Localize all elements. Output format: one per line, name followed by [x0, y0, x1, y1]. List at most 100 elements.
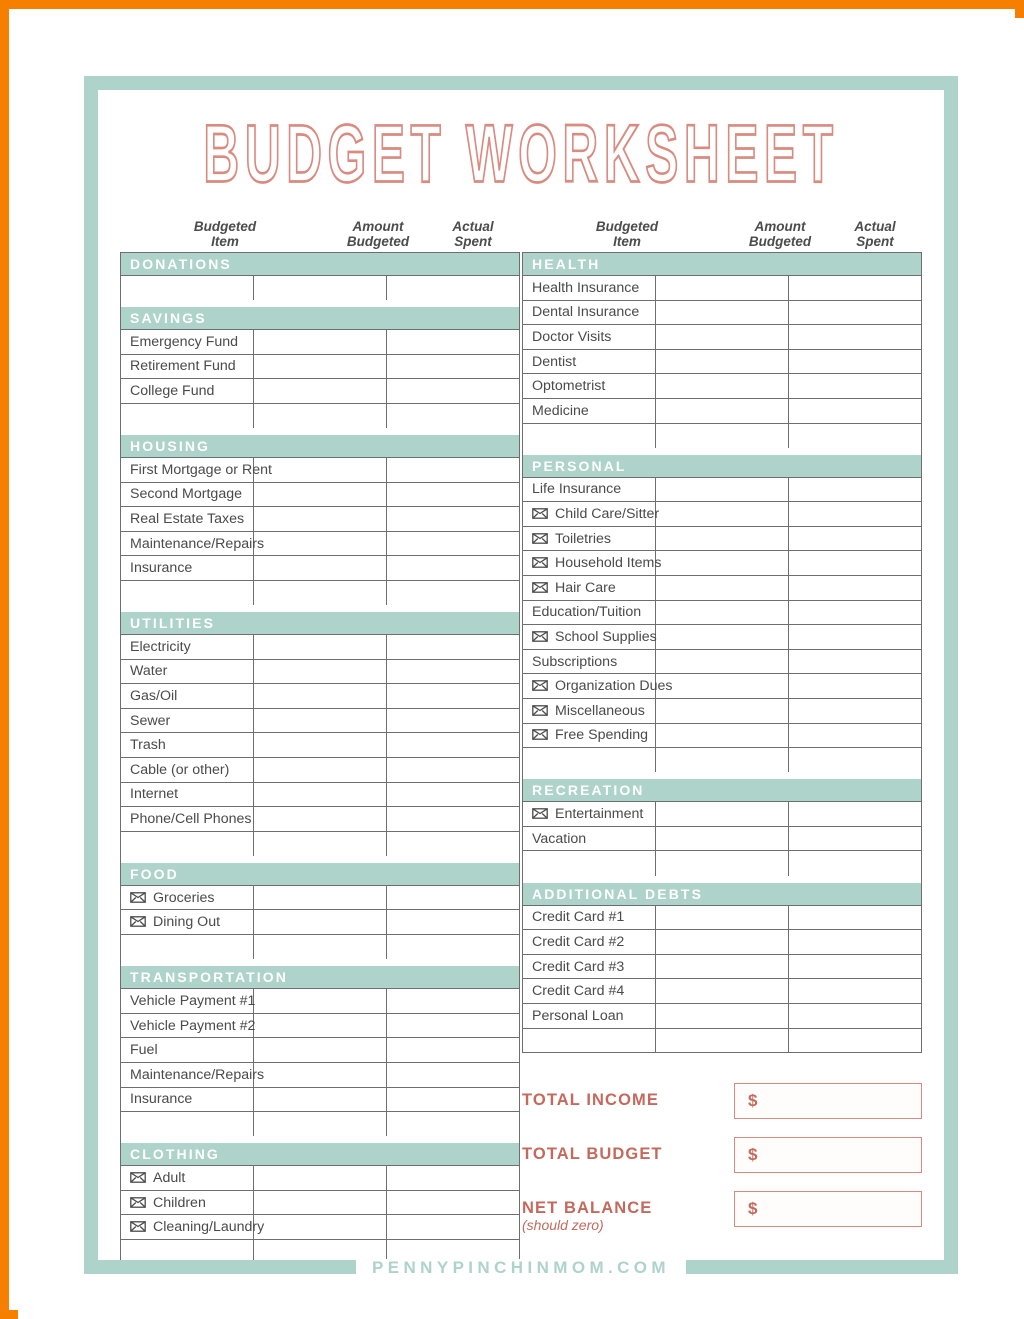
actual-spent-input[interactable]: [788, 673, 922, 699]
actual-spent-input[interactable]: [788, 397, 922, 424]
amount-budgeted-input[interactable]: [253, 806, 387, 832]
amount-budgeted-input[interactable]: [253, 707, 387, 733]
amount-budgeted-input[interactable]: [253, 934, 387, 960]
amount-budgeted-input[interactable]: [253, 1111, 387, 1137]
budget-item-blank-input[interactable]: [120, 1111, 254, 1137]
amount-budgeted-input[interactable]: [655, 624, 789, 650]
actual-spent-input[interactable]: [386, 579, 520, 606]
amount-budgeted-input[interactable]: [253, 1012, 387, 1038]
amount-budgeted-input[interactable]: [253, 530, 387, 556]
amount-budgeted-input[interactable]: [253, 757, 387, 783]
amount-budgeted-input[interactable]: [253, 884, 387, 910]
actual-spent-input[interactable]: [788, 624, 922, 650]
amount-budgeted-input[interactable]: [655, 978, 789, 1004]
amount-budgeted-input[interactable]: [655, 525, 789, 551]
amount-budgeted-input[interactable]: [655, 698, 789, 724]
budget-item-blank-input[interactable]: [522, 422, 656, 448]
amount-budgeted-input[interactable]: [655, 550, 789, 576]
amount-budgeted-input[interactable]: [253, 506, 387, 532]
amount-budgeted-input[interactable]: [655, 373, 789, 399]
actual-spent-input[interactable]: [386, 1111, 520, 1137]
actual-spent-input[interactable]: [386, 732, 520, 758]
actual-spent-input[interactable]: [386, 707, 520, 733]
actual-spent-input[interactable]: [788, 275, 922, 301]
actual-spent-input[interactable]: [788, 722, 922, 748]
amount-budgeted-input[interactable]: [253, 481, 387, 507]
actual-spent-input[interactable]: [788, 929, 922, 955]
actual-spent-input[interactable]: [788, 348, 922, 374]
amount-budgeted-input[interactable]: [253, 909, 387, 935]
amount-budgeted-input[interactable]: [655, 422, 789, 448]
amount-budgeted-input[interactable]: [253, 1165, 387, 1191]
budget-item-blank-input[interactable]: [120, 934, 254, 960]
amount-budgeted-input[interactable]: [253, 555, 387, 581]
actual-spent-input[interactable]: [386, 830, 520, 856]
actual-spent-input[interactable]: [788, 801, 922, 827]
amount-budgeted-input[interactable]: [655, 275, 789, 301]
budget-item-blank-input[interactable]: [522, 850, 656, 876]
actual-spent-input[interactable]: [788, 904, 922, 930]
actual-spent-input[interactable]: [788, 525, 922, 551]
actual-spent-input[interactable]: [788, 953, 922, 979]
amount-budgeted-input[interactable]: [655, 575, 789, 601]
amount-budgeted-input[interactable]: [655, 1027, 789, 1053]
actual-spent-input[interactable]: [788, 648, 922, 674]
actual-spent-input[interactable]: [788, 747, 922, 773]
amount-budgeted-input[interactable]: [253, 781, 387, 807]
actual-spent-input[interactable]: [386, 1086, 520, 1112]
actual-spent-input[interactable]: [386, 658, 520, 684]
amount-budgeted-input[interactable]: [253, 1061, 387, 1088]
amount-budgeted-input[interactable]: [655, 825, 789, 851]
budget-item-blank-input[interactable]: [120, 275, 254, 301]
amount-budgeted-input[interactable]: [253, 683, 387, 709]
actual-spent-input[interactable]: [386, 1165, 520, 1191]
actual-spent-input[interactable]: [386, 884, 520, 910]
actual-spent-input[interactable]: [788, 299, 922, 325]
amount-budgeted-input[interactable]: [253, 658, 387, 684]
actual-spent-input[interactable]: [386, 1037, 520, 1063]
actual-spent-input[interactable]: [788, 575, 922, 601]
actual-spent-input[interactable]: [386, 378, 520, 404]
actual-spent-input[interactable]: [386, 353, 520, 379]
actual-spent-input[interactable]: [788, 422, 922, 448]
actual-spent-input[interactable]: [788, 850, 922, 876]
amount-budgeted-input[interactable]: [253, 830, 387, 856]
amount-budgeted-input[interactable]: [655, 397, 789, 424]
actual-spent-input[interactable]: [386, 402, 520, 428]
amount-budgeted-input[interactable]: [253, 988, 387, 1014]
amount-budgeted-input[interactable]: [655, 953, 789, 979]
amount-budgeted-input[interactable]: [253, 1214, 387, 1240]
actual-spent-input[interactable]: [386, 1214, 520, 1240]
actual-spent-input[interactable]: [386, 757, 520, 783]
actual-spent-input[interactable]: [386, 988, 520, 1014]
budget-item-blank-input[interactable]: [120, 402, 254, 428]
amount-budgeted-input[interactable]: [253, 732, 387, 758]
actual-spent-input[interactable]: [788, 825, 922, 851]
actual-spent-input[interactable]: [386, 481, 520, 507]
actual-spent-input[interactable]: [386, 683, 520, 709]
actual-spent-input[interactable]: [386, 781, 520, 807]
actual-spent-input[interactable]: [386, 275, 520, 301]
total-value-input[interactable]: $: [734, 1191, 922, 1227]
actual-spent-input[interactable]: [386, 329, 520, 355]
amount-budgeted-input[interactable]: [655, 599, 789, 625]
actual-spent-input[interactable]: [788, 978, 922, 1004]
actual-spent-input[interactable]: [788, 1002, 922, 1029]
amount-budgeted-input[interactable]: [253, 353, 387, 379]
amount-budgeted-input[interactable]: [253, 378, 387, 404]
amount-budgeted-input[interactable]: [253, 1086, 387, 1112]
amount-budgeted-input[interactable]: [253, 329, 387, 355]
total-value-input[interactable]: $: [734, 1083, 922, 1119]
amount-budgeted-input[interactable]: [655, 299, 789, 325]
amount-budgeted-input[interactable]: [655, 501, 789, 527]
amount-budgeted-input[interactable]: [655, 348, 789, 374]
actual-spent-input[interactable]: [788, 550, 922, 576]
amount-budgeted-input[interactable]: [655, 1002, 789, 1029]
amount-budgeted-input[interactable]: [655, 324, 789, 350]
amount-budgeted-input[interactable]: [655, 722, 789, 748]
actual-spent-input[interactable]: [386, 1012, 520, 1038]
actual-spent-input[interactable]: [386, 634, 520, 660]
actual-spent-input[interactable]: [386, 456, 520, 483]
actual-spent-input[interactable]: [788, 324, 922, 350]
budget-item-blank-input[interactable]: [522, 747, 656, 773]
